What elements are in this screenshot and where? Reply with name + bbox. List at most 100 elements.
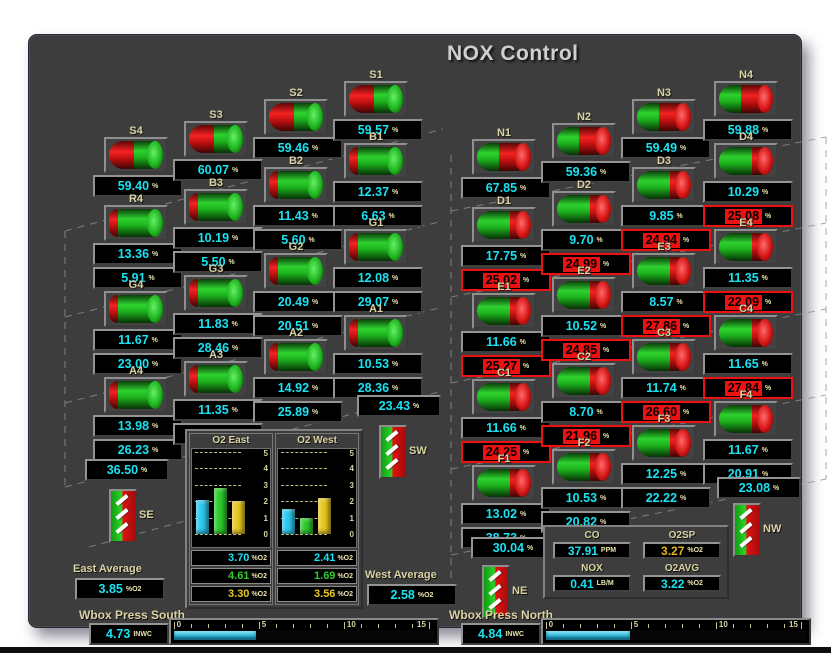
value-display[interactable]: 22.22% [621,487,711,509]
value-display[interactable]: 12.37% [333,181,423,203]
metric-value[interactable]: 0.41LB/M [553,575,631,592]
corner-value-se[interactable]: 36.50% [85,459,169,481]
gauge-value[interactable]: 4.84INWC [461,623,541,645]
value-display[interactable]: 12.08% [333,267,423,289]
value-display[interactable]: 10.29% [703,181,793,203]
damper-cylinder[interactable] [264,99,328,135]
value-display[interactable]: 13.98% [93,415,183,437]
damper-cylinder[interactable] [552,191,616,227]
unit-label: B1 [333,131,419,143]
average-value[interactable]: 2.58%O2 [367,584,457,606]
damper-cylinder[interactable] [632,167,696,203]
damper-cylinder[interactable] [472,207,536,243]
value-display[interactable]: 11.83% [173,313,263,335]
damper-cylinder[interactable] [264,339,328,375]
damper-cylinder[interactable] [632,339,696,375]
value-display[interactable]: 11.65% [703,353,793,375]
damper-cylinder[interactable] [552,277,616,313]
cylinder-red-zone [269,343,278,371]
damper-cylinder[interactable] [552,123,616,159]
value-text: 12.25 [646,467,677,482]
damper-cylinder[interactable] [264,167,328,203]
corner-value-sw[interactable]: 23.43% [357,395,441,417]
value-unit: % [600,495,606,502]
value-display[interactable]: 11.74% [621,377,711,399]
gauge-tick [412,624,413,628]
damper-cylinder[interactable] [472,139,536,175]
metric-value[interactable]: 37.91PPM [553,542,631,559]
damper-cylinder[interactable] [714,143,778,179]
corner-value-nw[interactable]: 23.08% [717,477,801,499]
damper-cylinder[interactable] [714,81,778,117]
damper-cylinder[interactable] [264,253,328,289]
damper-cylinder[interactable] [104,205,168,241]
damper-cylinder[interactable] [552,363,616,399]
value-text: 4.84 [478,627,502,642]
value-display[interactable]: 13.36% [93,243,183,265]
value-display[interactable]: 11.35% [703,267,793,289]
value-display[interactable]: 20.49% [253,291,343,313]
damper-cylinder[interactable] [472,379,536,415]
value-text: 2.41 [314,552,335,564]
value-display[interactable]: 11.35% [173,399,263,421]
chart-gridline [195,485,241,486]
value-display[interactable]: 13.02% [461,503,551,525]
value-display[interactable]: 25.89% [253,401,343,423]
o2-bar-chart[interactable]: 543210 [277,448,357,548]
burner-unit-g1: G112.08%29.07% [333,217,419,313]
flame-slash-icon [488,584,501,596]
axis-tick-label: 3 [350,481,354,490]
damper-cylinder[interactable] [714,229,778,265]
damper-cylinder[interactable] [104,137,168,173]
o2-bar [318,498,331,534]
value-display[interactable]: 11.66% [461,331,551,353]
value-display[interactable]: 12.25% [621,463,711,485]
flame-indicator-se[interactable]: SE [109,489,137,543]
value-unit: % [152,251,158,258]
value-display[interactable]: 11.43% [253,205,343,227]
value-display[interactable]: 17.75% [461,245,551,267]
cylinder-cap [515,383,531,411]
damper-cylinder[interactable] [184,121,248,157]
damper-cylinder[interactable] [184,189,248,225]
damper-cylinder[interactable] [344,229,408,265]
value-display[interactable]: 10.19% [173,227,263,249]
value-display[interactable]: 10.52% [541,315,631,337]
value-display[interactable]: 10.53% [541,487,631,509]
value-display[interactable]: 14.92% [253,377,343,399]
damper-cylinder[interactable] [184,275,248,311]
flame-indicator-nw[interactable]: NW [733,503,761,557]
o2-bar-chart[interactable]: 543210 [191,448,271,548]
damper-cylinder[interactable] [552,449,616,485]
value-display[interactable]: 8.70% [541,401,631,423]
damper-cylinder[interactable] [632,99,696,135]
damper-cylinder[interactable] [714,401,778,437]
value-display[interactable]: 8.57% [621,291,711,313]
damper-cylinder[interactable] [632,253,696,289]
value-text: 13.36 [118,247,149,262]
value-display[interactable]: 9.85% [621,205,711,227]
cylinder-cap [515,211,531,239]
damper-cylinder[interactable] [344,143,408,179]
damper-cylinder[interactable] [344,81,408,117]
value-display[interactable]: 11.67% [703,439,793,461]
metric-value[interactable]: 3.22%O2 [643,575,721,592]
cylinder-cap [307,103,323,131]
value-display[interactable]: 11.66% [461,417,551,439]
damper-cylinder[interactable] [184,361,248,397]
damper-cylinder[interactable] [714,315,778,351]
damper-cylinder[interactable] [472,293,536,329]
value-display[interactable]: 26.23% [93,439,183,461]
damper-cylinder[interactable] [632,425,696,461]
value-display[interactable]: 10.53% [333,353,423,375]
damper-cylinder[interactable] [344,315,408,351]
average-value[interactable]: 3.85%O2 [75,578,165,600]
gauge-value[interactable]: 4.73INWC [89,623,169,645]
value-display[interactable]: 11.67% [93,329,183,351]
damper-cylinder[interactable] [472,465,536,501]
damper-cylinder[interactable] [104,377,168,413]
damper-cylinder[interactable] [104,291,168,327]
flame-indicator-sw[interactable]: SW [379,425,407,479]
value-display[interactable]: 9.70% [541,229,631,251]
metric-value[interactable]: 3.27%O2 [643,542,721,559]
